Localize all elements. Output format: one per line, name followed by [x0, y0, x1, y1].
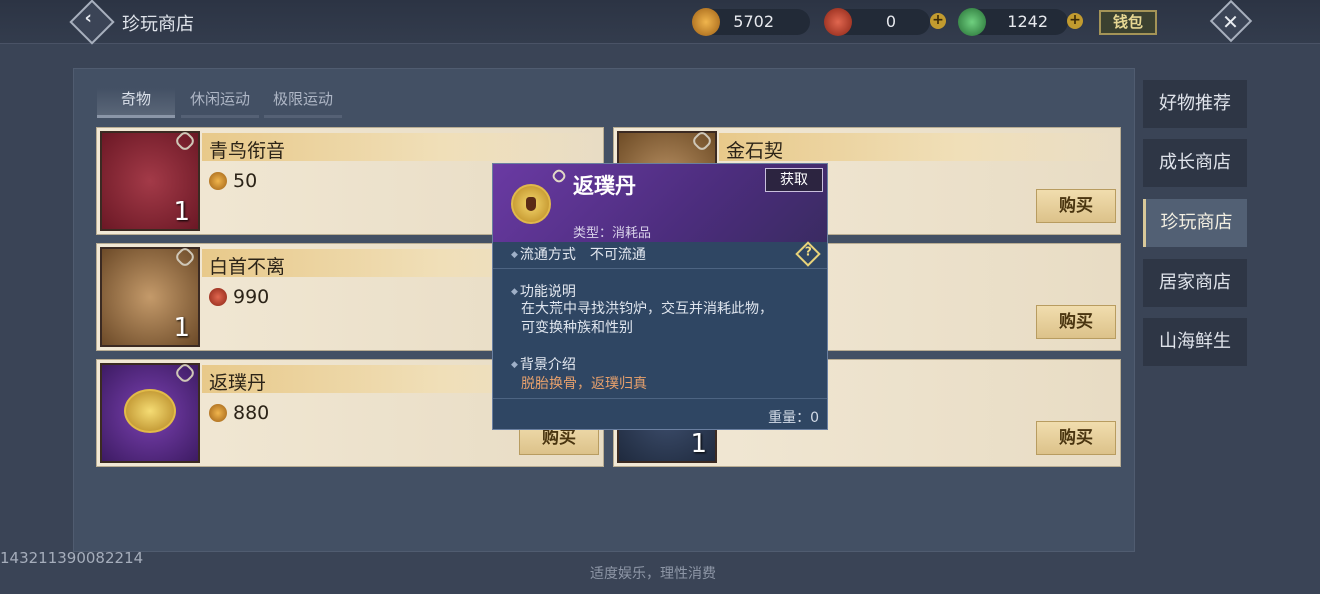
divider — [493, 268, 827, 269]
help-icon[interactable]: ? — [795, 241, 821, 267]
page-title: 珍玩商店 — [122, 14, 194, 35]
background-label: 背景介绍 — [519, 357, 576, 373]
side-nav-home-shop[interactable]: 居家商店 — [1143, 259, 1247, 307]
tab-extreme-sports[interactable]: 极限运动 — [264, 88, 342, 118]
item-quantity: 1 — [173, 313, 190, 343]
item-quantity: 1 — [690, 429, 707, 459]
background-row: ◆ 背景介绍 — [511, 354, 576, 374]
pill-icon — [124, 389, 176, 433]
background-text: 脱胎换骨，返璞归真 — [521, 376, 647, 392]
side-nav-treasure-shop[interactable]: 珍玩商店 — [1143, 199, 1247, 247]
diamond-bullet-icon: ◆ — [511, 360, 518, 370]
item-price: 990 — [233, 286, 270, 308]
side-nav-growth-shop[interactable]: 成长商店 — [1143, 139, 1247, 187]
circulation-row: ◆ 流通方式 不可流通 — [511, 244, 646, 264]
currency-red-value: 0 — [885, 12, 896, 31]
currency-jade-value: 1242 — [1007, 12, 1048, 31]
footer-note: 适度娱乐，理性消费 — [590, 566, 716, 582]
currency-gold: 5702 — [692, 8, 810, 36]
diamond-bullet-icon: ◆ — [511, 250, 518, 260]
currency-red: 0 — [824, 8, 930, 36]
close-button[interactable]: ✕ — [1209, 0, 1253, 43]
close-icon: ✕ — [1222, 9, 1239, 34]
gold-coin-icon — [209, 172, 227, 190]
red-orb-icon — [209, 288, 227, 306]
item-weight: 重量：0 — [768, 410, 819, 426]
circulation-label: 流通方式 — [519, 247, 576, 263]
back-button[interactable]: ‹ — [69, 0, 115, 45]
add-jade-currency-button[interactable]: + — [1067, 13, 1083, 29]
item-name: 金石契 — [726, 140, 784, 162]
top-bar: ‹ 珍玩商店 5702 0 + 1242 + 钱包 ✕ — [0, 0, 1320, 45]
item-name: 青鸟衔音 — [209, 140, 286, 162]
wallet-button[interactable]: 钱包 — [1099, 10, 1157, 35]
buy-button[interactable]: 购买 — [1036, 421, 1116, 455]
tab-curios[interactable]: 奇物 — [97, 88, 175, 118]
jade-icon — [958, 8, 986, 36]
get-button[interactable]: 获取 — [765, 168, 823, 192]
divider — [493, 398, 827, 399]
item-price: 50 — [233, 170, 258, 192]
item-price: 880 — [233, 402, 270, 424]
chevron-left-icon: ‹ — [84, 7, 92, 29]
item-type: 类型：消耗品 — [573, 226, 652, 241]
tab-leisure-sports[interactable]: 休闲运动 — [181, 88, 259, 118]
function-desc-line2: 可变换种族和性别 — [521, 320, 633, 336]
currency-jade: 1242 — [958, 8, 1068, 36]
popup-header: 返璞丹 获取 类型：消耗品 — [493, 164, 827, 242]
item-detail-popup: 返璞丹 获取 类型：消耗品 ◆ 流通方式 不可流通 ? ◆ 功能说明 在大荒中寻找洪钧… — [492, 163, 828, 430]
buy-button[interactable]: 购买 — [1036, 305, 1116, 339]
function-desc-line1: 在大荒中寻找洪钧炉，交互并消耗此物， — [521, 301, 773, 317]
popup-title: 返璞丹 — [573, 174, 636, 198]
link-icon — [550, 167, 568, 185]
gold-coin-icon — [209, 404, 227, 422]
buy-button[interactable]: 购买 — [1036, 189, 1116, 223]
item-name: 白首不离 — [209, 256, 286, 278]
item-quantity: 1 — [173, 197, 190, 227]
circulation-value: 不可流通 — [589, 247, 646, 263]
function-label: 功能说明 — [519, 284, 576, 300]
diamond-bullet-icon: ◆ — [511, 287, 518, 297]
currency-gold-value: 5702 — [733, 12, 774, 31]
function-row: ◆ 功能说明 — [511, 281, 576, 301]
player-id: 143211390082214 — [0, 549, 144, 567]
side-nav-recommended[interactable]: 好物推荐 — [1143, 80, 1247, 128]
add-red-currency-button[interactable]: + — [930, 13, 946, 29]
gold-coin-icon — [692, 8, 720, 36]
pill-icon — [511, 184, 551, 224]
red-orb-icon — [824, 8, 852, 36]
side-nav-fresh-shop[interactable]: 山海鲜生 — [1143, 318, 1247, 366]
item-name: 返璞丹 — [209, 372, 267, 394]
